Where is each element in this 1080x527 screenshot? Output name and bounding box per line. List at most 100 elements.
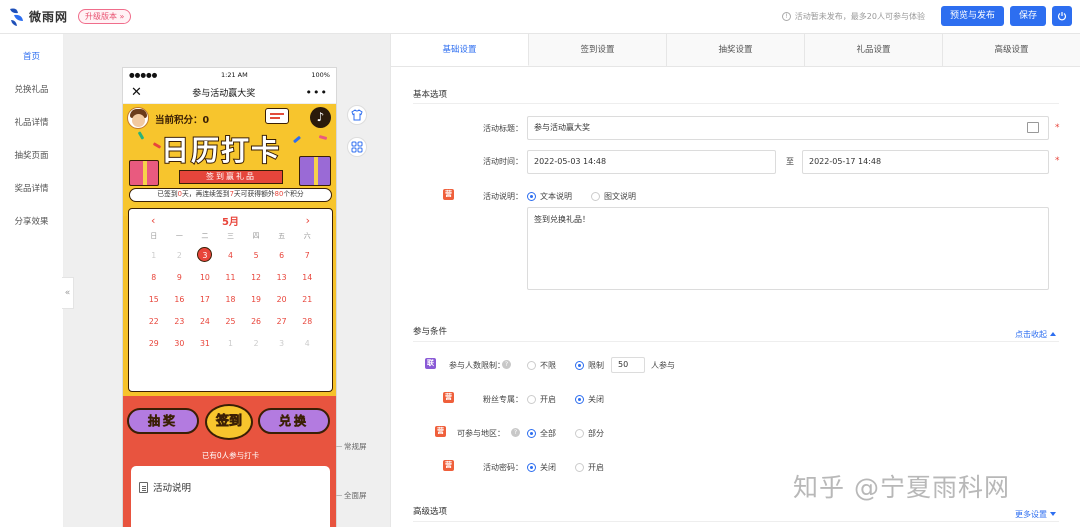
calendar-day[interactable]: 20 xyxy=(269,289,295,311)
calendar-day[interactable]: 17 xyxy=(192,289,218,311)
radio-password-off[interactable]: 关闭 xyxy=(527,462,556,473)
tab-checkin[interactable]: 签到设置 xyxy=(529,34,667,66)
calendar-weekdays: 日一二三四五六 xyxy=(129,231,332,245)
theme-button[interactable] xyxy=(347,105,367,125)
end-time-input[interactable]: 2022-05-17 14:48 xyxy=(802,150,1049,174)
radio-password-on[interactable]: 开启 xyxy=(575,462,604,473)
help-icon[interactable]: ? xyxy=(502,360,511,369)
radio-limit-none[interactable]: 不限 xyxy=(527,360,556,371)
help-icon[interactable]: ? xyxy=(511,428,520,437)
calendar-day[interactable]: 8 xyxy=(141,267,167,289)
calendar-day[interactable]: 12 xyxy=(243,267,269,289)
calendar-day[interactable]: 26 xyxy=(243,311,269,333)
shirt-icon xyxy=(351,109,363,121)
calendar-day[interactable]: 3 xyxy=(269,333,295,355)
calendar-day[interactable]: 15 xyxy=(141,289,167,311)
tab-lottery[interactable]: 抽奖设置 xyxy=(667,34,805,66)
nav-item-share-effect[interactable]: 分享效果 xyxy=(0,206,63,239)
nav-item-prize-detail[interactable]: 奖品详情 xyxy=(0,173,63,206)
radio-text-description[interactable]: 文本说明 xyxy=(527,191,572,202)
exchange-button[interactable]: 兑换 xyxy=(258,408,330,434)
calendar-day[interactable]: 31 xyxy=(192,333,218,355)
start-time-input[interactable]: 2022-05-03 14:48 xyxy=(527,150,776,174)
normal-screen-label[interactable]: 常规屏 xyxy=(344,441,367,452)
radio-rich-description[interactable]: 图文说明 xyxy=(591,191,636,202)
radio-fans-off[interactable]: 关闭 xyxy=(575,394,604,405)
participant-unit: 人参与 xyxy=(651,361,675,370)
lottery-button[interactable]: 抽奖 xyxy=(127,408,199,434)
more-icon[interactable]: ••• xyxy=(306,86,328,99)
calendar-day[interactable]: 16 xyxy=(167,289,193,311)
calendar-day[interactable]: 19 xyxy=(243,289,269,311)
message-icon[interactable] xyxy=(265,108,289,124)
calendar-day[interactable]: 2 xyxy=(167,245,193,267)
calendar-day[interactable]: 27 xyxy=(269,311,295,333)
nav-item-exchange-gift[interactable]: 兑换礼品 xyxy=(0,74,63,107)
calendar-day[interactable]: 4 xyxy=(294,333,320,355)
layout-button[interactable] xyxy=(347,137,367,157)
streak-info: 已签到0天，再连续签到7天可获得额外80个积分 xyxy=(129,188,332,202)
calendar-day[interactable]: 22 xyxy=(141,311,167,333)
radio-fans-on[interactable]: 开启 xyxy=(527,394,556,405)
calendar-day[interactable]: 6 xyxy=(269,245,295,267)
phone-page-title: 参与活动赢大奖 xyxy=(192,89,256,99)
tab-basic[interactable]: 基础设置 xyxy=(391,34,529,66)
full-screen-label[interactable]: 全面屏 xyxy=(344,490,367,501)
gift-box-icon xyxy=(129,160,159,186)
calendar-day[interactable]: 30 xyxy=(167,333,193,355)
logo[interactable]: 微雨网 xyxy=(8,6,68,28)
calendar-day[interactable]: 29 xyxy=(141,333,167,355)
calendar-day[interactable]: 25 xyxy=(218,311,244,333)
calendar-day[interactable]: 1 xyxy=(218,333,244,355)
calendar-day[interactable]: 5 xyxy=(243,245,269,267)
settings-panel: 基础设置 签到设置 抽奖设置 礼品设置 高级设置 基本选项 活动标题： 参与活动… xyxy=(390,34,1080,527)
calendar-day[interactable]: 13 xyxy=(269,267,295,289)
checkin-poster: 当前积分：0 ♪ 日历打卡 签到赢礼品 已签到0天，再连续签到7天可获得额外80… xyxy=(123,104,336,527)
calendar-day[interactable]: 24 xyxy=(192,311,218,333)
radio-region-part[interactable]: 部分 xyxy=(575,428,604,439)
calendar-day[interactable]: 7 xyxy=(294,245,320,267)
calendar-day[interactable]: 4 xyxy=(218,245,244,267)
checkin-button[interactable]: 签到 xyxy=(205,404,253,440)
calendar-day[interactable]: 9 xyxy=(167,267,193,289)
music-icon[interactable]: ♪ xyxy=(310,107,331,128)
collapse-handle[interactable]: « xyxy=(62,277,74,309)
power-button[interactable] xyxy=(1052,6,1072,26)
text-style-icon[interactable] xyxy=(1027,122,1039,133)
calendar-day[interactable]: 11 xyxy=(218,267,244,289)
weekday-label: 六 xyxy=(303,232,311,240)
participant-limit-input[interactable]: 50 xyxy=(611,357,645,373)
calendar-day[interactable]: 1 xyxy=(141,245,167,267)
calendar-day[interactable]: 14 xyxy=(294,267,320,289)
description-title: 活动说明 xyxy=(153,483,192,494)
advanced-section-title: 高级选项 xyxy=(413,507,448,517)
calendar-day[interactable]: 2 xyxy=(243,333,269,355)
title-input[interactable]: 参与活动赢大奖 xyxy=(527,116,1049,140)
radio-region-all[interactable]: 全部 xyxy=(527,428,556,439)
prev-month-icon[interactable]: ‹ xyxy=(151,214,155,227)
calendar-day[interactable]: 18 xyxy=(218,289,244,311)
calendar-day-today[interactable]: 3 xyxy=(192,245,218,267)
collapse-conditions-link[interactable]: 点击收起 xyxy=(1015,329,1056,340)
next-month-icon[interactable]: › xyxy=(306,214,310,227)
tab-gift[interactable]: 礼品设置 xyxy=(805,34,943,66)
calendar-day[interactable]: 23 xyxy=(167,311,193,333)
radio-limit-yes[interactable]: 限制 xyxy=(575,360,604,371)
close-icon[interactable]: ✕ xyxy=(131,86,142,99)
more-settings-link[interactable]: 更多设置 xyxy=(1015,509,1056,520)
upgrade-badge[interactable]: 升级版本 » xyxy=(78,9,132,24)
calendar-day[interactable]: 21 xyxy=(294,289,320,311)
settings-tabs: 基础设置 签到设置 抽奖设置 礼品设置 高级设置 xyxy=(391,34,1080,67)
tab-advanced[interactable]: 高级设置 xyxy=(943,34,1080,66)
save-button[interactable]: 保存 xyxy=(1009,6,1046,26)
preview-publish-button[interactable]: 预览与发布 xyxy=(940,6,1004,26)
required-mark: * xyxy=(1055,123,1060,133)
description-textarea[interactable]: 签到兑换礼品！ xyxy=(527,207,1049,290)
calendar-day[interactable]: 10 xyxy=(192,267,218,289)
document-icon xyxy=(139,481,148,493)
calendar-day[interactable]: 28 xyxy=(294,311,320,333)
nav-item-home[interactable]: 首页 xyxy=(0,41,63,74)
nav-item-lottery-page[interactable]: 抽奖页面 xyxy=(0,140,63,173)
nav-item-gift-detail[interactable]: 礼品详情 xyxy=(0,107,63,140)
divider xyxy=(413,103,1059,104)
